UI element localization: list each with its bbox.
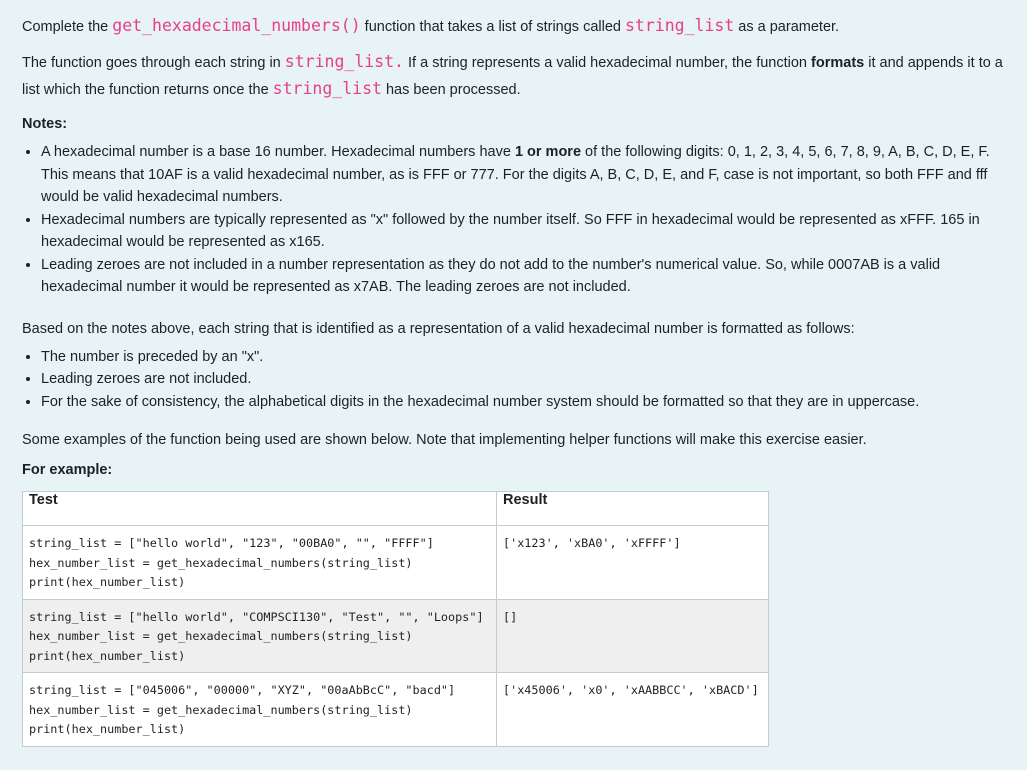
- result-code: ['x123', 'xBA0', 'xFFFF']: [503, 536, 681, 550]
- note-item: A hexadecimal number is a base 16 number…: [41, 141, 1015, 209]
- function-name-code: get_hexadecimal_numbers(): [112, 16, 361, 35]
- note-item: Leading zeroes are not included in a num…: [41, 254, 1015, 299]
- test-code: string_list = ["hello world", "123", "00…: [29, 536, 434, 589]
- formats-bold: formats: [811, 55, 865, 71]
- intro-paragraph: Complete the get_hexadecimal_numbers() f…: [22, 13, 1015, 40]
- intro-text: as a parameter.: [734, 19, 840, 35]
- result-cell: ['x123', 'xBA0', 'xFFFF']: [496, 525, 769, 600]
- test-cell: string_list = ["hello world", "123", "00…: [22, 525, 497, 600]
- question-text: Complete the get_hexadecimal_numbers() f…: [0, 0, 1027, 770]
- format-intro: Based on the notes above, each string th…: [22, 320, 855, 337]
- param-code: string_list.: [284, 52, 404, 71]
- result-column-header: Result: [496, 491, 769, 526]
- format-item: For the sake of consistency, the alphabe…: [41, 391, 1015, 414]
- table-header-row: Test Result: [22, 491, 769, 526]
- test-cell: string_list = ["hello world", "COMPSCI13…: [22, 598, 497, 673]
- result-code: []: [503, 609, 518, 624]
- result-cell: ['x45006', 'x0', 'xAABBCC', 'xBACD']: [496, 672, 769, 747]
- for-example-heading: For example:: [22, 462, 113, 478]
- note-text: A hexadecimal number is a base 16 number…: [41, 144, 515, 160]
- format-list: The number is preceded by an "x". Leadin…: [22, 346, 1015, 414]
- description-text: The function goes through each string in: [22, 55, 285, 71]
- table-row: string_list = ["hello world", "123", "00…: [22, 525, 769, 600]
- notes-heading: Notes:: [22, 116, 68, 132]
- result-code: ['x45006', 'x0', 'xAABBCC', 'xBACD']: [503, 683, 759, 697]
- intro-text: function that takes a list of strings ca…: [360, 19, 625, 35]
- description-text: has been processed.: [381, 82, 521, 98]
- test-column-header: Test: [22, 491, 497, 526]
- format-item: The number is preceded by an "x".: [41, 346, 1015, 369]
- note-bold: 1 or more: [514, 144, 582, 160]
- table-row: string_list = ["045006", "00000", "XYZ",…: [22, 672, 769, 747]
- examples-intro: Some examples of the function being used…: [22, 432, 867, 448]
- param-code: string_list: [625, 16, 735, 35]
- table-row: string_list = ["hello world", "COMPSCI13…: [22, 598, 769, 673]
- examples-table: Test Result string_list = ["hello world"…: [22, 491, 769, 747]
- test-cell: string_list = ["045006", "00000", "XYZ",…: [22, 672, 497, 747]
- format-item: Leading zeroes are not included.: [41, 368, 1015, 391]
- notes-list: A hexadecimal number is a base 16 number…: [22, 141, 1015, 299]
- note-item: Hexadecimal numbers are typically repres…: [41, 209, 1015, 254]
- description-paragraph: The function goes through each string in…: [22, 49, 1015, 103]
- param-code: string_list: [272, 79, 382, 98]
- description-text: If a string represents a valid hexadecim…: [404, 55, 812, 71]
- test-code: string_list = ["hello world", "COMPSCI13…: [29, 609, 484, 663]
- result-cell: []: [496, 598, 769, 673]
- intro-text: Complete the: [22, 19, 113, 35]
- test-code: string_list = ["045006", "00000", "XYZ",…: [29, 683, 456, 736]
